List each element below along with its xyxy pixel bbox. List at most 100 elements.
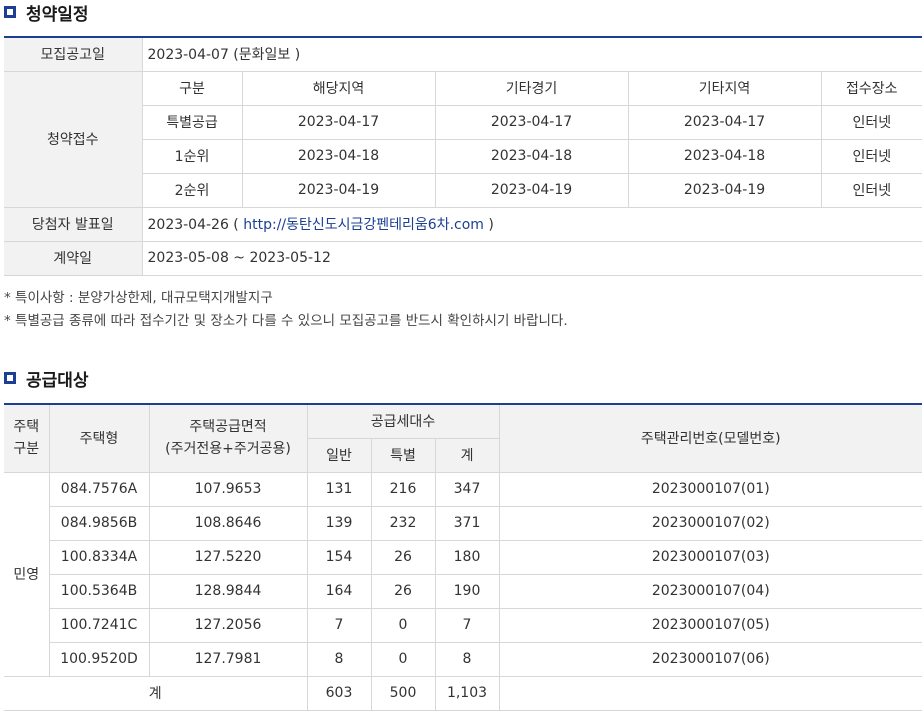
supply-cell: 107.9653 [148,471,308,507]
winner-label: 당첨자 발표일 [4,206,143,242]
announce-value: 2023-04-07 (문화일보 ) [141,37,922,72]
apply-header-cell: 기타경기 [434,70,629,106]
supply-table: 주택 구분 주택형 주택공급면적 (주거전용+주거공용) 공급세대수 주택관리번… [4,403,922,711]
supply-cell: 8 [306,641,372,677]
supply-cell: 26 [370,539,436,575]
area-header: 주택공급면적 (주거전용+주거공용) [148,404,308,473]
note-line: * 특별공급 종류에 따라 접수기간 및 장소가 다를 수 있으니 모집공고를 … [4,313,568,329]
supply-cell: 084.9856B [49,505,150,541]
contract-row: 계약일 2023-05-08 ~ 2023-05-12 [4,240,922,276]
apply-cell: 2023-04-18 [241,138,436,174]
category-cell: 민영 [4,471,50,677]
apply-cell: 2023-04-17 [241,104,436,140]
special-header: 특별 [370,437,436,473]
supply-total-row: 계 603 500 1,103 [4,675,922,711]
contract-value: 2023-05-08 ~ 2023-05-12 [141,240,922,276]
supply-cell: 7 [434,607,500,643]
general-header: 일반 [307,437,372,473]
supply-row: 100.7241C 127.2056 7 0 7 2023000107(05) [4,607,922,643]
square-bullet-icon [4,372,16,384]
total-empty-cell [498,675,922,711]
apply-cell: 2023-04-19 [241,172,436,208]
page: 청약일정 모집공고일 2023-04-07 (문화일보 ) 청약접수 구분 해당… [0,0,922,716]
square-bullet-icon [4,6,16,18]
supply-cell: 084.7576A [48,471,150,507]
supply-row: 100.8334A 127.5220 154 26 180 2023000107… [4,539,922,575]
supply-cell: 164 [306,573,372,609]
apply-row: 2순위 2023-04-19 2023-04-19 2023-04-19 인터넷 [4,172,922,208]
supply-cell: 8 [434,641,500,677]
schedule-title: 청약일정 [26,4,89,25]
announce-row: 모집공고일 2023-04-07 (문화일보 ) [4,37,922,72]
supply-row: 084.9856B 108.8646 139 232 371 202300010… [4,505,922,541]
apply-cell: 특별공급 [142,104,243,140]
supply-cell: 347 [434,471,500,507]
winner-link[interactable]: http://동탄신도시금강펜테리움6차.com [243,217,484,233]
supply-title: 공급대상 [26,370,89,391]
apply-cell: 2023-04-18 [627,138,822,174]
category-header: 주택 구분 [4,404,50,473]
supply-cell: 232 [370,505,436,541]
apply-cell: 1순위 [142,138,243,174]
supply-cell: 0 [370,641,436,677]
apply-row: 특별공급 2023-04-17 2023-04-17 2023-04-17 인터… [4,104,922,140]
supply-cell: 127.2056 [148,607,308,643]
total-header: 계 [434,437,500,473]
supply-section-title: 공급대상 [4,366,89,391]
supply-cell: 216 [370,471,436,507]
supply-row: 100.9520D 127.7981 8 0 8 2023000107(06) [4,641,922,677]
supply-cell: 180 [434,539,500,575]
apply-cell: 2순위 [142,172,243,208]
supply-cell: 139 [306,505,372,541]
apply-row: 1순위 2023-04-18 2023-04-18 2023-04-18 인터넷 [4,138,922,174]
apply-cell: 2023-04-19 [627,172,822,208]
supply-header-row: 주택 구분 주택형 주택공급면적 (주거전용+주거공용) 공급세대수 주택관리번… [4,404,922,473]
apply-cell: 인터넷 [820,104,922,140]
apply-header-cell: 구분 [141,70,243,106]
winner-value: 2023-04-26 ( http://동탄신도시금강펜테리움6차.com ) [141,206,922,242]
winner-date: 2023-04-26 ( [147,217,239,233]
total-label: 계 [4,675,308,711]
supply-cell: 100.7241C [49,607,150,643]
supply-cell: 2023000107(01) [498,471,922,507]
supply-cell: 371 [434,505,500,541]
note-line: * 특이사항 : 분양가상한제, 대규모택지개발지구 [4,290,273,306]
apply-header-cell: 접수장소 [820,70,922,106]
apply-header-cell: 해당지역 [241,70,436,106]
supply-cell: 2023000107(06) [498,641,922,677]
apply-cell: 인터넷 [820,138,922,174]
winner-row: 당첨자 발표일 2023-04-26 ( http://동탄신도시금강펜테리움6… [4,206,922,242]
apply-cell: 2023-04-17 [627,104,822,140]
households-header: 공급세대수 [306,404,500,439]
supply-cell: 108.8646 [148,505,308,541]
mgmt-header: 주택관리번호(모델번호) [498,404,922,473]
schedule-section-title: 청약일정 [4,0,89,25]
area-header-line2: (주거전용+주거공용) [165,441,291,458]
supply-cell: 2023000107(04) [498,573,922,609]
apply-cell: 2023-04-18 [434,138,629,174]
total-cell: 500 [370,675,436,711]
notes: * 특이사항 : 분양가상한제, 대규모택지개발지구 * 특별공급 종류에 따라… [4,287,568,333]
supply-cell: 127.7981 [148,641,308,677]
supply-cell: 7 [306,607,372,643]
supply-row: 민영 084.7576A 107.9653 131 216 347 202300… [4,471,922,677]
announce-label: 모집공고일 [4,37,143,72]
apply-label: 청약접수 [4,70,143,208]
total-cell: 1,103 [434,675,500,711]
winner-close: ) [488,217,494,233]
apply-header-row: 청약접수 구분 해당지역 기타경기 기타지역 접수장소 [4,70,922,208]
apply-cell: 2023-04-19 [434,172,629,208]
supply-cell: 131 [306,471,372,507]
total-cell: 603 [306,675,372,711]
apply-cell: 인터넷 [820,172,922,208]
supply-cell: 100.5364B [49,573,150,609]
supply-cell: 154 [306,539,372,575]
supply-cell: 127.5220 [148,539,308,575]
supply-cell: 100.9520D [49,641,150,677]
supply-row: 100.5364B 128.9844 164 26 190 2023000107… [4,573,922,609]
apply-header-cell: 기타지역 [627,70,822,106]
supply-cell: 26 [370,573,436,609]
supply-cell: 0 [370,607,436,643]
supply-cell: 2023000107(02) [498,505,922,541]
supply-cell: 190 [434,573,500,609]
